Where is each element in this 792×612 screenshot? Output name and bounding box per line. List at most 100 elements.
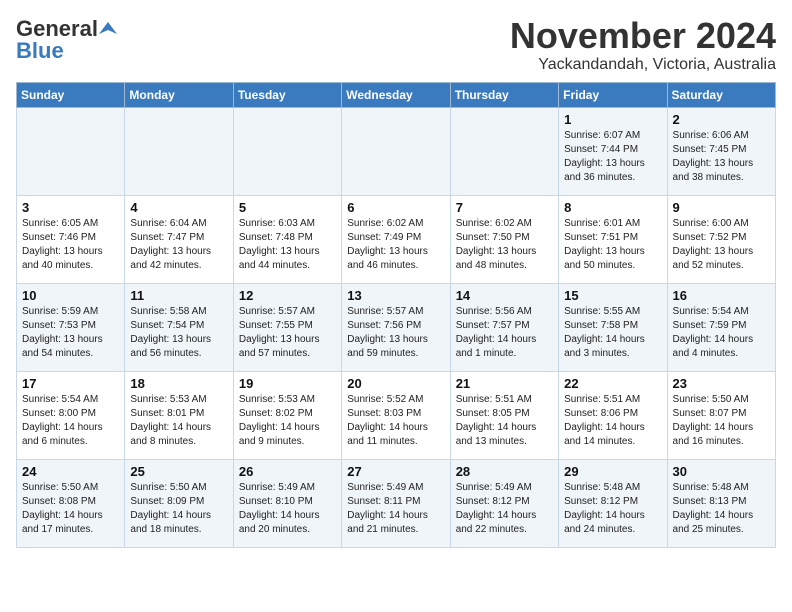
day-number: 25 bbox=[130, 464, 227, 479]
calendar-table: SundayMondayTuesdayWednesdayThursdayFrid… bbox=[16, 82, 776, 548]
calendar-cell: 14 Sunrise: 5:56 AMSunset: 7:57 PMDayligh… bbox=[450, 283, 558, 371]
calendar-cell: 23Sunrise: 5:50 AMSunset: 8:07 PMDayligh… bbox=[667, 371, 775, 459]
calendar-cell: 26Sunrise: 5:49 AMSunset: 8:10 PMDayligh… bbox=[233, 459, 341, 547]
calendar-cell: 18 Sunrise: 5:53 AMSunset: 8:01 PMDayligh… bbox=[125, 371, 233, 459]
calendar-cell: 2 Sunrise: 6:06 AMSunset: 7:45 PMDaylight… bbox=[667, 107, 775, 195]
day-info: Sunrise: 5:53 AMSunset: 8:02 PMDaylight:… bbox=[239, 393, 336, 449]
day-number: 3 bbox=[22, 200, 119, 215]
day-number: 1 bbox=[564, 112, 661, 127]
day-number: 6 bbox=[347, 200, 444, 215]
calendar-cell bbox=[450, 107, 558, 195]
weekday-header-monday: Monday bbox=[125, 82, 233, 107]
calendar-cell: 10 Sunrise: 5:59 AMSunset: 7:53 PMDayligh… bbox=[17, 283, 125, 371]
day-number: 4 bbox=[130, 200, 227, 215]
day-info: Sunrise: 6:02 AMSunset: 7:50 PMDaylight:… bbox=[456, 217, 553, 273]
calendar-cell bbox=[125, 107, 233, 195]
day-info: Sunrise: 5:50 AMSunset: 8:08 PMDaylight:… bbox=[22, 481, 119, 537]
weekday-header-row: SundayMondayTuesdayWednesdayThursdayFrid… bbox=[17, 82, 776, 107]
calendar-cell bbox=[233, 107, 341, 195]
calendar-cell: 4 Sunrise: 6:04 AMSunset: 7:47 PMDaylight… bbox=[125, 195, 233, 283]
day-info: Sunrise: 6:03 AMSunset: 7:48 PMDaylight:… bbox=[239, 217, 336, 273]
calendar-week-row: 3Sunrise: 6:05 AMSunset: 7:46 PMDaylight… bbox=[17, 195, 776, 283]
calendar-cell: 1 Sunrise: 6:07 AMSunset: 7:44 PMDaylight… bbox=[559, 107, 667, 195]
day-info: Sunrise: 5:48 AMSunset: 8:13 PMDaylight:… bbox=[673, 481, 770, 537]
day-info: Sunrise: 5:50 AMSunset: 8:07 PMDaylight:… bbox=[673, 393, 770, 449]
weekday-header-tuesday: Tuesday bbox=[233, 82, 341, 107]
day-number: 12 bbox=[239, 288, 336, 303]
day-info: Sunrise: 5:49 AMSunset: 8:11 PMDaylight:… bbox=[347, 481, 444, 537]
day-info: Sunrise: 5:51 AMSunset: 8:05 PMDaylight:… bbox=[456, 393, 553, 449]
day-info: Sunrise: 6:02 AMSunset: 7:49 PMDaylight:… bbox=[347, 217, 444, 273]
calendar-week-row: 10 Sunrise: 5:59 AMSunset: 7:53 PMDayligh… bbox=[17, 283, 776, 371]
calendar-cell: 27 Sunrise: 5:49 AMSunset: 8:11 PMDayligh… bbox=[342, 459, 450, 547]
day-number: 18 bbox=[130, 376, 227, 391]
day-info: Sunrise: 5:54 AMSunset: 7:59 PMDaylight:… bbox=[673, 305, 770, 361]
calendar-week-row: 24 Sunrise: 5:50 AMSunset: 8:08 PMDayligh… bbox=[17, 459, 776, 547]
day-number: 22 bbox=[564, 376, 661, 391]
calendar-cell: 17 Sunrise: 5:54 AMSunset: 8:00 PMDayligh… bbox=[17, 371, 125, 459]
day-number: 9 bbox=[673, 200, 770, 215]
day-info: Sunrise: 5:57 AMSunset: 7:55 PMDaylight:… bbox=[239, 305, 336, 361]
month-title: November 2024 bbox=[510, 16, 776, 56]
calendar-cell: 13Sunrise: 5:57 AMSunset: 7:56 PMDayligh… bbox=[342, 283, 450, 371]
day-info: Sunrise: 5:54 AMSunset: 8:00 PMDaylight:… bbox=[22, 393, 119, 449]
day-number: 26 bbox=[239, 464, 336, 479]
weekday-header-wednesday: Wednesday bbox=[342, 82, 450, 107]
day-number: 11 bbox=[130, 288, 227, 303]
day-number: 30 bbox=[673, 464, 770, 479]
day-info: Sunrise: 5:48 AMSunset: 8:12 PMDaylight:… bbox=[564, 481, 661, 537]
day-number: 17 bbox=[22, 376, 119, 391]
day-number: 24 bbox=[22, 464, 119, 479]
calendar-cell: 21 Sunrise: 5:51 AMSunset: 8:05 PMDayligh… bbox=[450, 371, 558, 459]
day-number: 27 bbox=[347, 464, 444, 479]
day-info: Sunrise: 5:57 AMSunset: 7:56 PMDaylight:… bbox=[347, 305, 444, 361]
day-number: 15 bbox=[564, 288, 661, 303]
day-info: Sunrise: 5:51 AMSunset: 8:06 PMDaylight:… bbox=[564, 393, 661, 449]
calendar-cell: 22 Sunrise: 5:51 AMSunset: 8:06 PMDayligh… bbox=[559, 371, 667, 459]
day-info: Sunrise: 5:58 AMSunset: 7:54 PMDaylight:… bbox=[130, 305, 227, 361]
weekday-header-friday: Friday bbox=[559, 82, 667, 107]
day-info: Sunrise: 6:06 AMSunset: 7:45 PMDaylight:… bbox=[673, 129, 770, 185]
day-number: 21 bbox=[456, 376, 553, 391]
calendar-cell: 19Sunrise: 5:53 AMSunset: 8:02 PMDayligh… bbox=[233, 371, 341, 459]
calendar-cell: 6 Sunrise: 6:02 AMSunset: 7:49 PMDaylight… bbox=[342, 195, 450, 283]
day-info: Sunrise: 5:56 AMSunset: 7:57 PMDaylight:… bbox=[456, 305, 553, 361]
page-header: General Blue November 2024 Yackandandah,… bbox=[16, 16, 776, 74]
day-info: Sunrise: 5:50 AMSunset: 8:09 PMDaylight:… bbox=[130, 481, 227, 537]
day-info: Sunrise: 5:59 AMSunset: 7:53 PMDaylight:… bbox=[22, 305, 119, 361]
day-info: Sunrise: 5:53 AMSunset: 8:01 PMDaylight:… bbox=[130, 393, 227, 449]
calendar-week-row: 1 Sunrise: 6:07 AMSunset: 7:44 PMDaylight… bbox=[17, 107, 776, 195]
day-number: 5 bbox=[239, 200, 336, 215]
calendar-cell: 30 Sunrise: 5:48 AMSunset: 8:13 PMDayligh… bbox=[667, 459, 775, 547]
logo-blue-text: Blue bbox=[16, 38, 64, 64]
day-number: 7 bbox=[456, 200, 553, 215]
title-block: November 2024 Yackandandah, Victoria, Au… bbox=[510, 16, 776, 74]
calendar-cell: 7 Sunrise: 6:02 AMSunset: 7:50 PMDaylight… bbox=[450, 195, 558, 283]
calendar-cell: 9 Sunrise: 6:00 AMSunset: 7:52 PMDaylight… bbox=[667, 195, 775, 283]
day-number: 10 bbox=[22, 288, 119, 303]
day-number: 14 bbox=[456, 288, 553, 303]
day-info: Sunrise: 5:55 AMSunset: 7:58 PMDaylight:… bbox=[564, 305, 661, 361]
calendar-cell: 3Sunrise: 6:05 AMSunset: 7:46 PMDaylight… bbox=[17, 195, 125, 283]
day-info: Sunrise: 5:52 AMSunset: 8:03 PMDaylight:… bbox=[347, 393, 444, 449]
day-number: 29 bbox=[564, 464, 661, 479]
day-info: Sunrise: 5:49 AMSunset: 8:12 PMDaylight:… bbox=[456, 481, 553, 537]
day-info: Sunrise: 6:04 AMSunset: 7:47 PMDaylight:… bbox=[130, 217, 227, 273]
day-number: 20 bbox=[347, 376, 444, 391]
logo: General Blue bbox=[16, 16, 118, 64]
day-number: 16 bbox=[673, 288, 770, 303]
calendar-cell: 29 Sunrise: 5:48 AMSunset: 8:12 PMDayligh… bbox=[559, 459, 667, 547]
day-number: 2 bbox=[673, 112, 770, 127]
day-number: 8 bbox=[564, 200, 661, 215]
calendar-cell: 20 Sunrise: 5:52 AMSunset: 8:03 PMDayligh… bbox=[342, 371, 450, 459]
location-title: Yackandandah, Victoria, Australia bbox=[510, 56, 776, 74]
day-info: Sunrise: 6:00 AMSunset: 7:52 PMDaylight:… bbox=[673, 217, 770, 273]
calendar-cell bbox=[17, 107, 125, 195]
calendar-week-row: 17 Sunrise: 5:54 AMSunset: 8:00 PMDayligh… bbox=[17, 371, 776, 459]
calendar-cell: 8Sunrise: 6:01 AMSunset: 7:51 PMDaylight… bbox=[559, 195, 667, 283]
calendar-cell: 12 Sunrise: 5:57 AMSunset: 7:55 PMDayligh… bbox=[233, 283, 341, 371]
calendar-cell: 15 Sunrise: 5:55 AMSunset: 7:58 PMDayligh… bbox=[559, 283, 667, 371]
calendar-cell: 24 Sunrise: 5:50 AMSunset: 8:08 PMDayligh… bbox=[17, 459, 125, 547]
day-info: Sunrise: 6:07 AMSunset: 7:44 PMDaylight:… bbox=[564, 129, 661, 185]
calendar-cell: 11 Sunrise: 5:58 AMSunset: 7:54 PMDayligh… bbox=[125, 283, 233, 371]
